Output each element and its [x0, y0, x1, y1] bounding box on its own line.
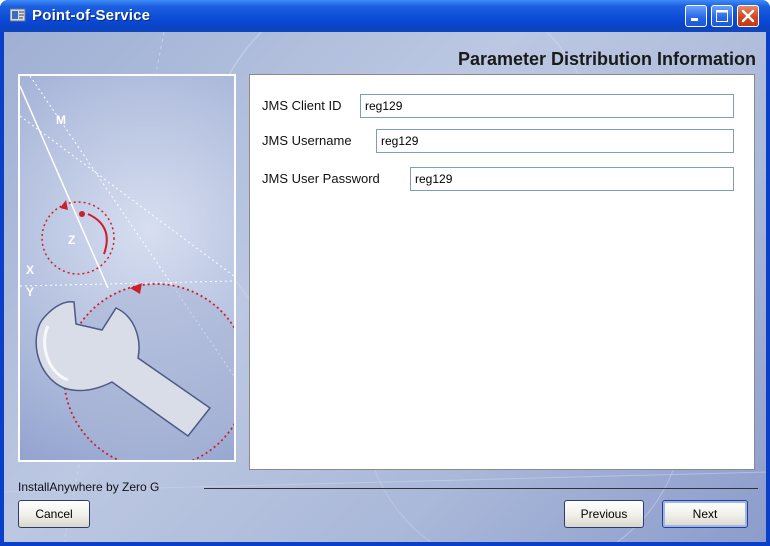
window-title: Point-of-Service	[32, 7, 151, 24]
axis-label-y: Y	[26, 285, 34, 299]
wrench-illustration: M Z X Y	[20, 76, 234, 460]
maximize-button[interactable]	[711, 5, 733, 27]
password-input[interactable]: reg129	[410, 167, 734, 191]
close-button[interactable]	[737, 5, 759, 27]
username-input[interactable]: reg129	[376, 129, 734, 153]
close-icon	[741, 9, 755, 23]
maximize-icon	[716, 10, 728, 22]
minimize-icon	[691, 18, 698, 21]
page-heading: Parameter Distribution Information	[457, 49, 756, 69]
app-icon	[10, 8, 26, 22]
vendor-row: InstallAnywhere by Zero G	[18, 480, 760, 496]
form-panel: JMS Client ID reg129 JMS Username reg129…	[249, 74, 755, 470]
client-area: Parameter Distribution Information M Z X…	[4, 32, 766, 542]
axis-label-x: X	[26, 263, 34, 277]
cancel-button[interactable]: Cancel	[18, 500, 90, 528]
installer-window: Point-of-Service Parameter Distribution …	[0, 0, 770, 546]
axis-label-z: Z	[68, 233, 75, 247]
window-frame-bottom	[0, 542, 770, 546]
client-id-label: JMS Client ID	[262, 98, 342, 113]
axis-label-m: M	[56, 113, 66, 127]
password-label: JMS User Password	[262, 171, 380, 186]
username-label: JMS Username	[262, 133, 352, 148]
minimize-button[interactable]	[685, 5, 707, 27]
next-button[interactable]: Next	[662, 500, 748, 528]
title-bar[interactable]: Point-of-Service	[0, 0, 770, 32]
footer-divider	[204, 488, 758, 489]
vendor-label: InstallAnywhere by Zero G	[18, 480, 160, 494]
previous-button[interactable]: Previous	[564, 500, 644, 528]
side-illustration: M Z X Y	[18, 74, 236, 462]
client-id-input[interactable]: reg129	[360, 94, 734, 118]
